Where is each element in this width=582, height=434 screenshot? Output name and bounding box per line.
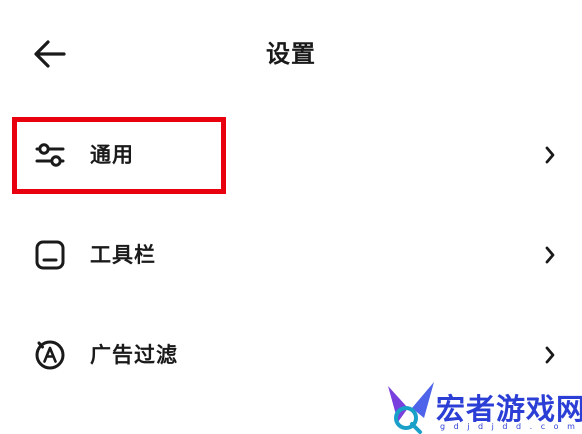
sliders-icon	[35, 143, 65, 167]
settings-item-ad-block[interactable]: 广告过滤	[0, 320, 582, 390]
settings-item-general[interactable]: 通用	[0, 120, 582, 190]
settings-item-toolbar[interactable]: 工具栏	[0, 220, 582, 290]
toolbar-icon	[35, 240, 65, 270]
ad-block-icon	[35, 340, 65, 370]
settings-item-label: 通用	[90, 143, 134, 167]
settings-screen: 设置 通用 工具栏 广告过滤 宏者游戏网 g d j d j d d . c o…	[0, 0, 582, 434]
settings-item-label: 工具栏	[90, 243, 156, 267]
header: 设置	[0, 0, 582, 108]
page-title: 设置	[266, 40, 316, 68]
chevron-right-icon	[545, 146, 555, 164]
watermark-url: g d j d j d d . c o m	[440, 422, 578, 431]
chevron-right-icon	[545, 246, 555, 264]
chevron-right-icon	[545, 346, 555, 364]
settings-item-label: 广告过滤	[90, 343, 178, 367]
watermark-text: 宏者游戏网	[436, 392, 582, 426]
